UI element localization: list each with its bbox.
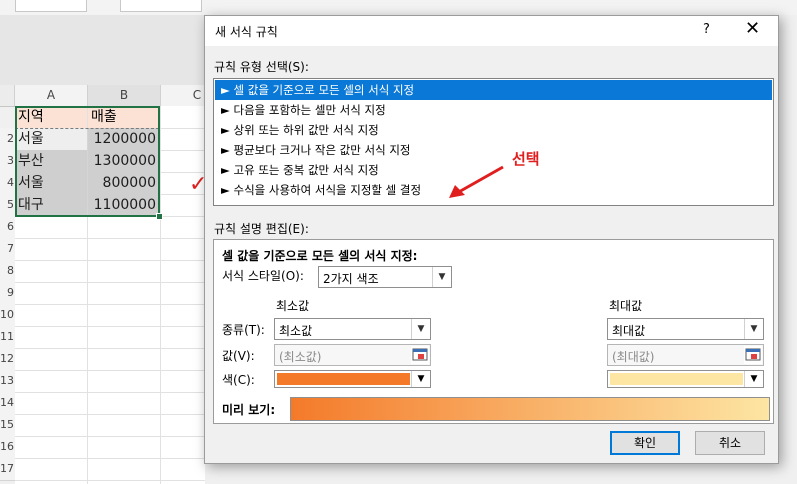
grid-line	[15, 480, 205, 481]
row-header[interactable]: 3	[0, 150, 16, 173]
edit-heading: 셀 값을 기준으로 모든 셀의 서식 지정:	[222, 249, 418, 263]
name-box[interactable]	[15, 0, 87, 12]
grid-line	[15, 282, 205, 283]
grid-line	[160, 106, 161, 484]
row-header[interactable]: 8	[0, 260, 16, 283]
column-header-b[interactable]: B	[88, 85, 161, 106]
rule-description-panel: 셀 값을 기준으로 모든 셀의 서식 지정: 서식 스타일(O): 2가지 색조…	[213, 239, 774, 424]
grid-line	[15, 458, 205, 459]
row-header[interactable]: 7	[0, 238, 16, 261]
sheet-header-area	[0, 15, 205, 86]
max-value-input[interactable]: (최대값)	[607, 344, 764, 366]
grid-line	[15, 260, 205, 261]
row-header[interactable]: 9	[0, 282, 16, 305]
row-header[interactable]: 17	[0, 458, 16, 481]
dialog-title: 새 서식 규칙	[215, 25, 278, 39]
row-header[interactable]: 4	[0, 172, 16, 195]
row-header[interactable]: 16	[0, 436, 16, 459]
close-button[interactable]: ✕	[745, 19, 760, 39]
select-all-corner[interactable]	[0, 85, 15, 106]
cancel-button[interactable]: 취소	[695, 431, 765, 455]
chevron-down-icon: ▼	[411, 319, 430, 339]
min-color-swatch	[277, 373, 410, 385]
grid-line	[15, 414, 205, 415]
range-select-icon[interactable]	[411, 346, 429, 364]
ok-button[interactable]: 확인	[610, 431, 680, 455]
max-type-dropdown[interactable]: 최대값 ▼	[607, 318, 764, 340]
rule-type-label: 규칙 유형 선택(S):	[214, 60, 309, 74]
min-type-value: 최소값	[279, 324, 313, 338]
row-header[interactable]: 10	[0, 304, 16, 327]
row-header[interactable]: 15	[0, 414, 16, 437]
column-header-a[interactable]: A	[15, 85, 88, 106]
grid-line	[15, 326, 205, 327]
max-value-placeholder: (최대값)	[612, 350, 655, 364]
gradient-preview	[290, 397, 770, 421]
min-header: 최소값	[276, 299, 310, 313]
row-header[interactable]: 14	[0, 392, 16, 415]
grid-line	[15, 238, 205, 239]
chevron-down-icon: ▼	[432, 267, 451, 287]
min-color-picker[interactable]: ▼	[274, 370, 431, 388]
format-style-label: 서식 스타일(O):	[222, 269, 304, 283]
formula-bar-box[interactable]	[120, 0, 202, 12]
value-label: 값(V):	[222, 349, 255, 363]
grid-line	[15, 392, 205, 393]
new-format-rule-dialog: 새 서식 규칙 ? ✕ 규칙 유형 선택(S): ► 셀 값을 기준으로 모든 …	[204, 15, 779, 464]
rule-type-item[interactable]: ► 다음을 포함하는 셀만 서식 지정	[215, 100, 772, 120]
rule-type-item[interactable]: ► 상위 또는 하위 값만 서식 지정	[215, 120, 772, 140]
chevron-down-icon: ▼	[744, 371, 763, 387]
row-header[interactable]: 2	[0, 128, 16, 151]
min-type-dropdown[interactable]: 최소값 ▼	[274, 318, 431, 340]
rule-type-item[interactable]: ► 셀 값을 기준으로 모든 셀의 서식 지정	[215, 80, 772, 100]
chevron-down-icon: ▼	[744, 319, 763, 339]
min-value-input[interactable]: (최소값)	[274, 344, 431, 366]
grid-line	[15, 348, 205, 349]
red-arrow-annotation	[449, 165, 504, 198]
row-header[interactable]: 13	[0, 370, 16, 393]
dialog-titlebar[interactable]: 새 서식 규칙 ? ✕	[205, 16, 778, 46]
edit-description-label: 규칙 설명 편집(E):	[214, 222, 309, 236]
format-style-value: 2가지 색조	[323, 272, 379, 286]
selection-border	[15, 106, 160, 217]
select-annotation-text: 선택	[512, 150, 540, 168]
min-value-placeholder: (최소값)	[279, 350, 322, 364]
grid-line	[15, 304, 205, 305]
rule-type-item[interactable]: ► 평균보다 크거나 작은 값만 서식 지정	[215, 140, 772, 160]
row-header[interactable]: 12	[0, 348, 16, 371]
ribbon-strip	[0, 0, 797, 15]
help-button[interactable]: ?	[703, 22, 710, 37]
row-header[interactable]: 6	[0, 216, 16, 239]
max-color-picker[interactable]: ▼	[607, 370, 764, 388]
color-label: 색(C):	[222, 373, 255, 387]
grid-line	[15, 436, 205, 437]
row-header[interactable]: 11	[0, 326, 16, 349]
format-style-dropdown[interactable]: 2가지 색조 ▼	[318, 266, 452, 288]
row-header[interactable]: 5	[0, 194, 16, 217]
type-label: 종류(T):	[222, 323, 265, 337]
chevron-down-icon: ▼	[411, 371, 430, 387]
grid-line	[15, 370, 205, 371]
range-select-icon[interactable]	[744, 346, 762, 364]
fill-handle[interactable]	[156, 213, 163, 220]
preview-label: 미리 보기:	[222, 403, 276, 417]
max-header: 최대값	[609, 299, 643, 313]
max-type-value: 최대값	[612, 324, 646, 338]
column-headers: A B C	[0, 85, 234, 107]
max-color-swatch	[610, 373, 743, 385]
